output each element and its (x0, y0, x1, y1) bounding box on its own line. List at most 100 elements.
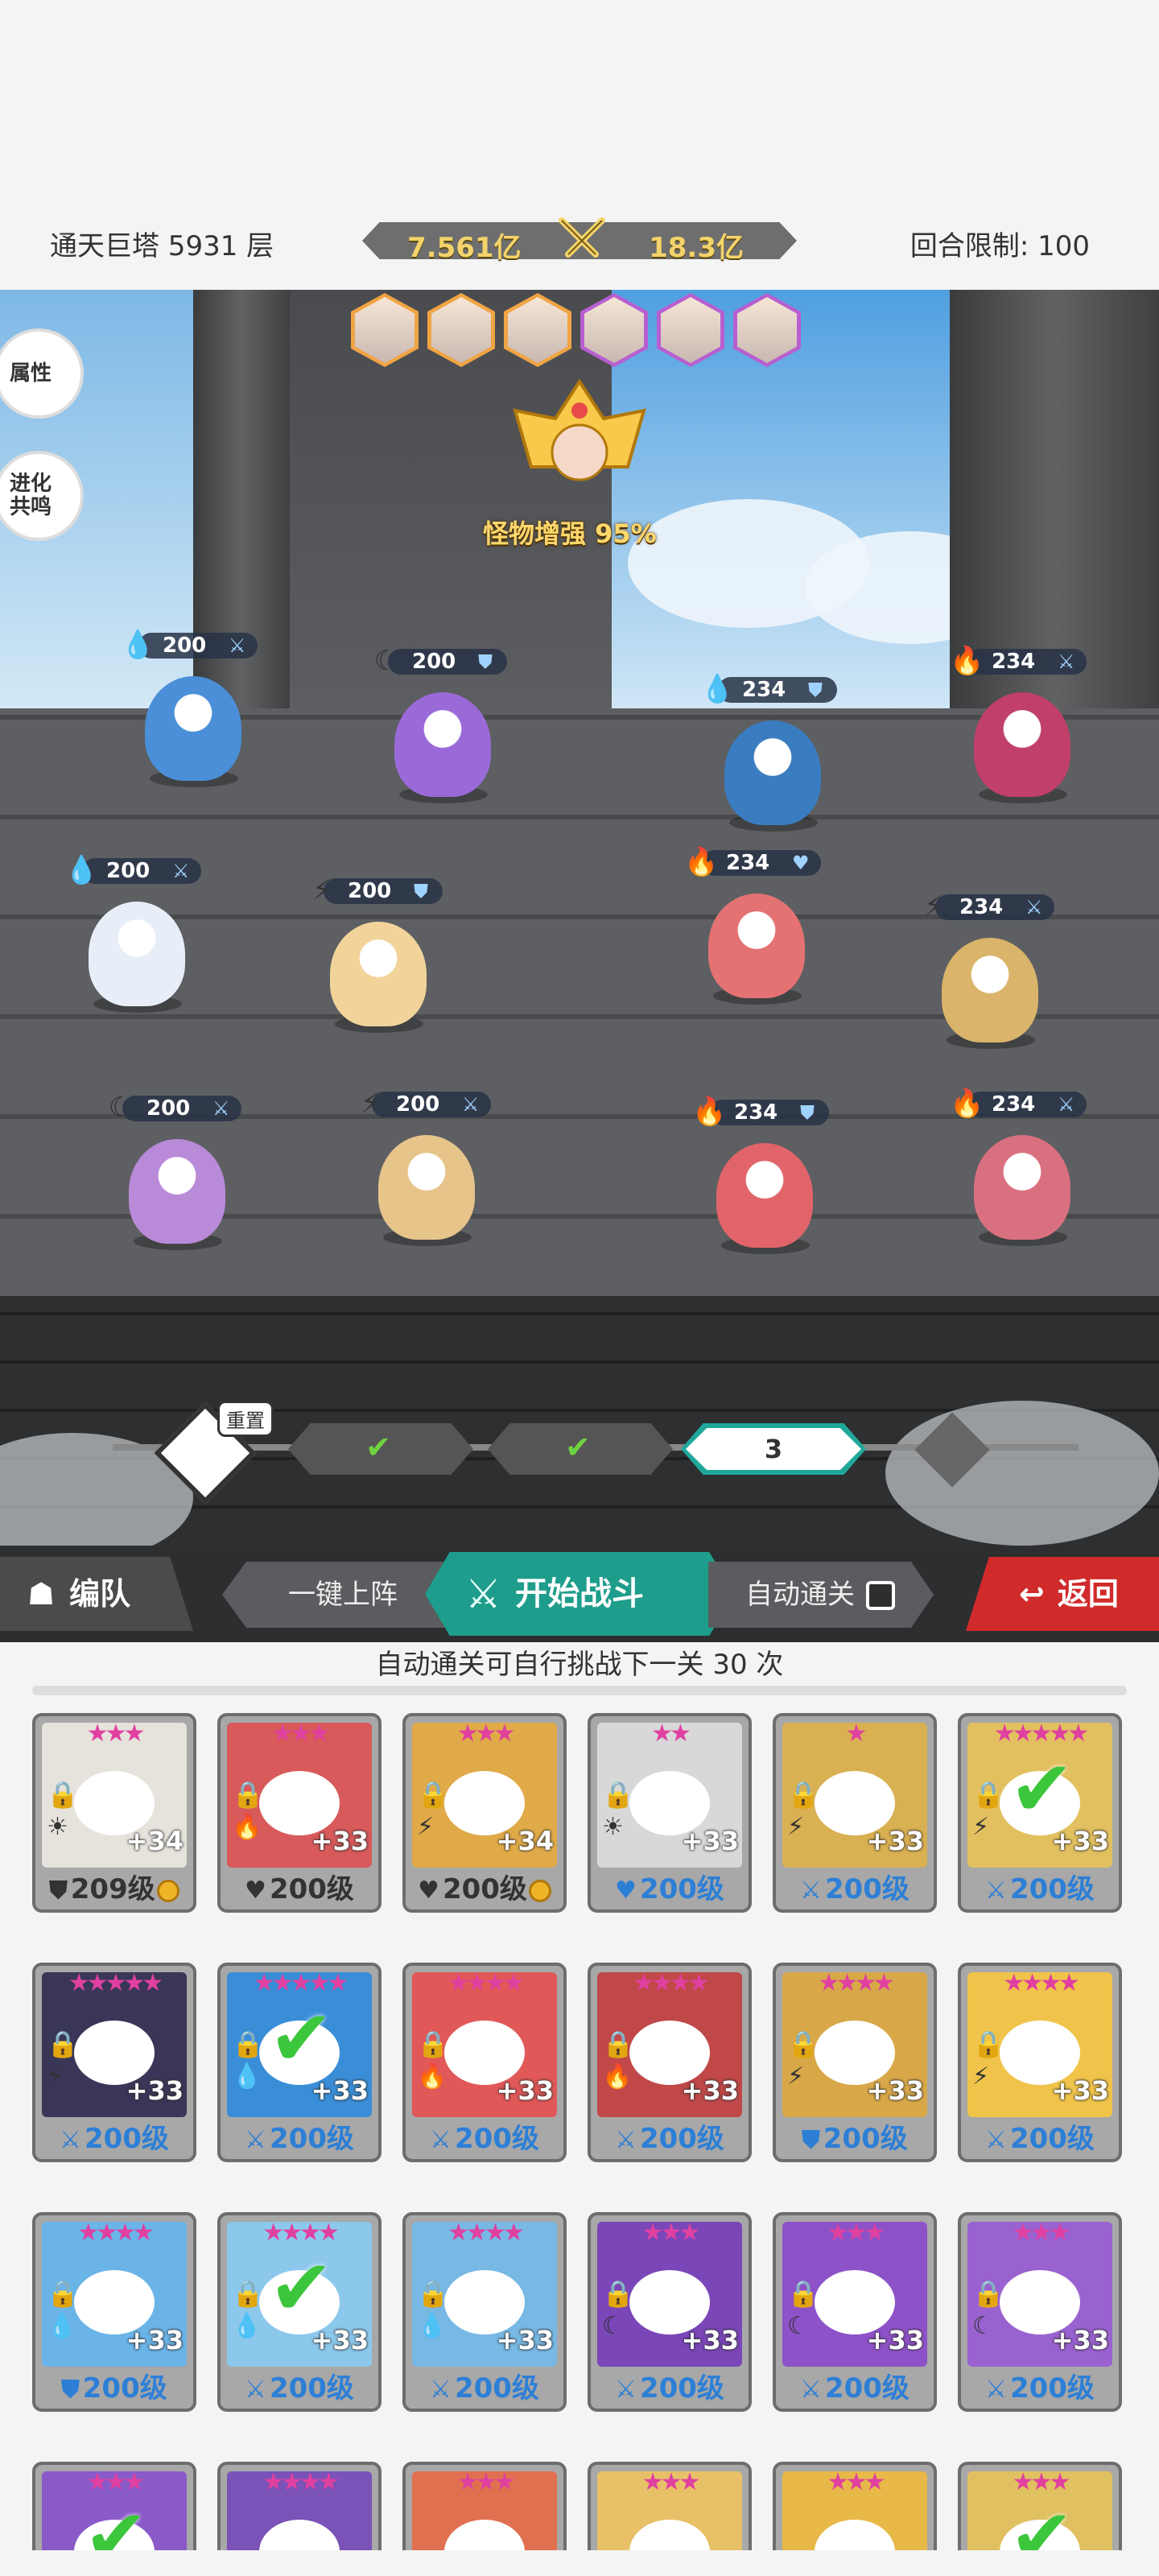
hero-card[interactable]: ★★★★★ 🔒 ⚡ +33 ⚔ 200级 ✔ (958, 1713, 1122, 1913)
start-battle-button[interactable]: ⚔ 开始战斗 (425, 1552, 734, 1636)
hero-card[interactable]: ★★ 🔒 ☀ +33 ♥ 200级 (588, 1713, 752, 1913)
hero-card[interactable]: ★★★ 🔒 🔥 +33 ♥ 200级 (217, 1713, 382, 1913)
enemy-avatar[interactable] (580, 293, 648, 367)
star-rating: ★★★ (827, 2468, 886, 2496)
hero-card[interactable]: ★★★ 🔒 ☾ +33 ⚔ 200级 (958, 2212, 1122, 2412)
auto-clear-toggle[interactable]: 自动通关 (708, 1562, 934, 1628)
hero-level-text: 200级 (454, 2372, 539, 2405)
element-icon: 💧 (700, 673, 735, 705)
stage-current-number: 3 (686, 1428, 861, 1470)
star-rating: ★★★ (641, 2219, 701, 2247)
battle-unit[interactable]: 💧 200 ⚔ (121, 628, 266, 789)
stage-current: 3 (681, 1423, 866, 1475)
role-icon: ⚔ (615, 2376, 637, 2404)
unit-tag: 🔥 234 ⛊ (692, 1095, 829, 1129)
role-icon: ⛊ (414, 880, 428, 902)
star-rating: ★★★ (827, 2219, 886, 2247)
back-button[interactable]: ↩ 返回 (966, 1557, 1159, 1631)
lock-icon: 🔒 (972, 2278, 1004, 2309)
enemy-avatar[interactable] (427, 293, 495, 367)
hero-bonus: +33 (126, 2075, 184, 2106)
coin-icon (528, 1879, 551, 1902)
element-icon: ⚡ (417, 1813, 435, 1841)
hero-card[interactable]: ★★★★ 🔒 💧 +33 ⛊ 200级 (32, 2212, 196, 2412)
hero-card[interactable]: ★★★★ 🔒 ⚡ +33 ⛊ 200级 (773, 1963, 937, 2162)
role-icon: ⚔ (462, 1093, 480, 1116)
lock-icon: 🔒 (972, 1779, 1004, 1810)
auto-clear-checkbox[interactable] (866, 1581, 895, 1610)
unit-level: 200 (396, 1092, 440, 1117)
hero-level-text: 200级 (82, 2372, 167, 2405)
hero-card[interactable]: ★★★ (402, 2462, 567, 2550)
hero-card[interactable]: ★★★★ 🔒 🔥 +33 ⚔ 200级 (402, 1963, 567, 2162)
hero-bonus: +33 (126, 2325, 184, 2355)
hero-card[interactable]: ★★★ 🔒 ☾ +33 ⚔ 200级 (588, 2212, 752, 2412)
battle-unit[interactable]: 💧 234 ⛊ (700, 672, 845, 833)
battle-unit[interactable]: 🔥 234 ⚔ (950, 644, 1095, 805)
battle-unit[interactable]: ⚡ 200 ⚔ (354, 1087, 499, 1248)
element-icon: 🔥 (950, 1088, 984, 1120)
battle-unit[interactable]: 💧 200 ⚔ (64, 853, 209, 1014)
hero-card[interactable]: ★★★★ 🔒 💧 +33 ⚔ 200级 ✔ (217, 2212, 382, 2412)
battle-unit[interactable]: ☾ 200 ⚔ (105, 1091, 250, 1252)
battle-unit[interactable]: 🔥 234 ♥ (684, 845, 829, 1006)
hero-level-text: 200级 (639, 1873, 724, 1905)
hero-card[interactable]: ★ 🔒 ⚡ +33 ⚔ 200级 (773, 1713, 937, 1913)
hero-card[interactable]: ★★★★ 🔒 ⚡ +33 ⚔ 200级 (958, 1963, 1122, 2162)
enemy-avatar[interactable] (733, 293, 801, 367)
hero-face (444, 2520, 525, 2550)
enemy-avatar[interactable] (657, 293, 724, 367)
star-rating: ★★★★★ (68, 1969, 163, 1997)
unit-sprite (394, 692, 491, 797)
hero-card[interactable]: ★★★ ✔ (32, 2462, 196, 2550)
lock-icon: 🔒 (602, 1779, 634, 1810)
element-icon: ☾ (602, 2312, 624, 2340)
hero-card[interactable]: ★★★ 🔒 ☾ +33 ⚔ 200级 (773, 2212, 937, 2412)
star-rating: ★★★ (456, 1719, 516, 1748)
unit-level: 234 (992, 650, 1036, 674)
hero-level: ⛊ 200级 (776, 2116, 934, 2156)
role-icon: ⚔ (229, 634, 246, 657)
boss-crown-icon (513, 378, 646, 481)
battle-unit[interactable]: 🔥 234 ⚔ (950, 1087, 1095, 1248)
enemy-portrait (584, 297, 644, 363)
unit-tag: ⚡ 200 ⚔ (354, 1087, 491, 1121)
hero-face (815, 2520, 895, 2550)
hero-card[interactable]: ★★★★ 🔒 💧 +33 ⚔ 200级 (402, 2212, 567, 2412)
enemy-avatar[interactable] (504, 293, 571, 367)
hero-card[interactable]: ★★★ ✔ (958, 2462, 1122, 2550)
element-icon: ☾ (787, 2312, 809, 2340)
hero-card[interactable]: ★★★ (773, 2462, 937, 2550)
hero-card[interactable]: ★★★★ 🔒 🔥 +33 ⚔ 200级 (588, 1963, 752, 2162)
star-rating: ★★★★ (633, 1969, 710, 1997)
battle-unit[interactable]: ⚡ 234 ⚔ (918, 890, 1062, 1051)
hero-level-text: 200级 (1009, 2372, 1095, 2405)
team-button[interactable]: ☗ 编队 (0, 1557, 193, 1631)
hero-level: ⚔ 200级 (961, 1867, 1119, 1906)
lock-icon: 🔒 (972, 2029, 1004, 2059)
enemy-avatar[interactable] (351, 293, 419, 367)
battle-unit[interactable]: ⚡ 200 ⛊ (306, 873, 451, 1034)
role-icon: ♥ (792, 852, 810, 874)
unit-sprite (129, 1139, 225, 1244)
hero-level-text: 200级 (269, 1873, 354, 1905)
element-icon: 💧 (121, 629, 155, 661)
lock-icon: 🔒 (232, 2278, 264, 2309)
hero-level-text: 200级 (639, 2123, 724, 2155)
role-icon: ⚔ (1058, 650, 1075, 673)
unit-level: 200 (106, 859, 151, 883)
hero-card[interactable]: ★★★★★ 🔒 ⚡ +33 ⚔ 200级 (32, 1963, 196, 2162)
auto-deploy-label: 一键上阵 (288, 1579, 398, 1611)
unit-tag: 💧 200 ⚔ (64, 853, 201, 887)
battle-unit[interactable]: 🔥 234 ⛊ (692, 1095, 837, 1256)
hero-level: ⚔ 200级 (406, 2366, 563, 2405)
hero-card[interactable]: ★★★★ (217, 2462, 382, 2550)
hero-card[interactable]: ★★★ 🔒 ☀ +34 ⛊ 209级 (32, 1713, 196, 1913)
hero-card[interactable]: ★★★ (588, 2462, 752, 2550)
hero-card[interactable]: ★★★★★ 🔒 💧 +33 ⚔ 200级 ✔ (217, 1963, 382, 2162)
battle-unit[interactable]: ☾ 200 ⛊ (370, 644, 515, 805)
selected-check-icon: ✔ (1009, 2492, 1074, 2550)
reset-label: 重置 (217, 1401, 274, 1437)
unit-sprite (145, 676, 241, 781)
hero-card[interactable]: ★★★ 🔒 ⚡ +34 ♥ 200级 (402, 1713, 567, 1913)
